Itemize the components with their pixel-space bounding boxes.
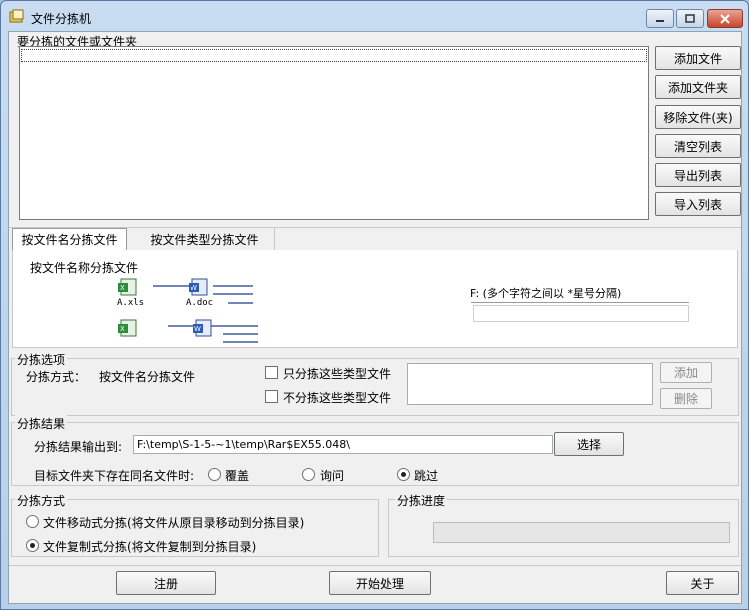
output-path-field[interactable]: F:\temp\S-1-5-~1\temp\Rar$EX55.048\: [133, 435, 553, 454]
title-bar: 文件分拣机: [1, 1, 748, 31]
tab-by-name[interactable]: 按文件名分拣文件: [12, 228, 127, 250]
maximize-button[interactable]: [676, 9, 704, 28]
import-list-button[interactable]: 导入列表: [655, 192, 741, 216]
ask-label: 询问: [320, 469, 345, 483]
choose-output-button[interactable]: 选择: [554, 432, 624, 456]
only-types-checkbox[interactable]: [265, 366, 278, 379]
app-icon: [9, 9, 24, 23]
ask-radio[interactable]: [302, 468, 315, 481]
exclude-types-label: 不分拣这些类型文件: [283, 391, 392, 405]
excel-file-icon: X: [118, 319, 137, 337]
list-focus-row: [21, 49, 647, 62]
move-method-label: 文件移动式分拣(将文件从原目录移动到分拣目录): [43, 516, 305, 530]
options-group-label: 分拣选项: [15, 351, 68, 368]
copy-method-radio[interactable]: [26, 539, 39, 552]
add-file-button[interactable]: 添加文件: [655, 46, 741, 70]
skip-label: 跳过: [414, 469, 439, 483]
close-icon: [720, 13, 730, 24]
remove-file-button[interactable]: 移除文件(夹): [655, 105, 741, 129]
tab-panel: 按文件名称分拣文件 X A.xls W A.doc X W F: (多个字符之间…: [12, 250, 738, 348]
move-method-radio[interactable]: [26, 515, 39, 528]
sort-mode-value: 按文件名分拣文件: [99, 370, 196, 384]
app-window: 文件分拣机 要分拣的文件或文件夹 添加文件 添加文件夹 移除文件(夹) 清空列表…: [0, 0, 749, 610]
excel-file-icon: X: [118, 278, 137, 296]
svg-text:X: X: [120, 284, 125, 292]
overwrite-radio[interactable]: [208, 468, 221, 481]
delete-type-button[interactable]: 删除: [660, 388, 712, 409]
add-type-button[interactable]: 添加: [660, 362, 712, 383]
copy-method-label: 文件复制式分拣(将文件复制到分拣目录): [43, 540, 257, 554]
minimize-icon: [656, 19, 664, 22]
add-folder-button[interactable]: 添加文件夹: [655, 75, 741, 99]
flow-lines: [153, 285, 258, 343]
close-button[interactable]: [707, 9, 743, 28]
overwrite-label: 覆盖: [225, 469, 250, 483]
client-area: 要分拣的文件或文件夹 添加文件 添加文件夹 移除文件(夹) 清空列表 导出列表 …: [8, 31, 742, 604]
sort-mode-label: 分拣方式：: [26, 370, 87, 384]
export-list-button[interactable]: 导出列表: [655, 163, 741, 187]
file-list[interactable]: [19, 46, 649, 220]
method-group-label: 分拣方式: [15, 492, 68, 509]
svg-text:W: W: [194, 325, 201, 333]
tab-by-type[interactable]: 按文件类型分拣文件: [135, 228, 275, 250]
start-button[interactable]: 开始处理: [329, 571, 431, 595]
about-button[interactable]: 关于: [666, 571, 739, 595]
word-file-icon: W: [193, 319, 212, 337]
skip-radio[interactable]: [397, 468, 410, 481]
register-button[interactable]: 注册: [116, 571, 216, 595]
maximize-icon: [685, 14, 695, 23]
progress-bar: [433, 522, 730, 543]
pattern-input[interactable]: [473, 305, 689, 322]
window-title: 文件分拣机: [31, 12, 92, 26]
hint-underline: [471, 302, 689, 303]
progress-group-label: 分拣进度: [395, 492, 448, 509]
clear-list-button[interactable]: 清空列表: [655, 134, 741, 158]
exclude-types-checkbox[interactable]: [265, 390, 278, 403]
conflict-label: 目标文件夹下存在同名文件时:: [34, 469, 195, 483]
type-list[interactable]: [407, 363, 653, 405]
result-group-label: 分拣结果: [15, 415, 68, 432]
output-label: 分拣结果输出到:: [34, 440, 123, 454]
tab-panel-heading: 按文件名称分拣文件: [30, 261, 139, 275]
minimize-button[interactable]: [646, 9, 674, 28]
only-types-label: 只分拣这些类型文件: [283, 367, 392, 381]
pattern-hint: F: (多个字符之间以 *星号分隔): [470, 287, 622, 300]
svg-text:X: X: [120, 325, 125, 333]
